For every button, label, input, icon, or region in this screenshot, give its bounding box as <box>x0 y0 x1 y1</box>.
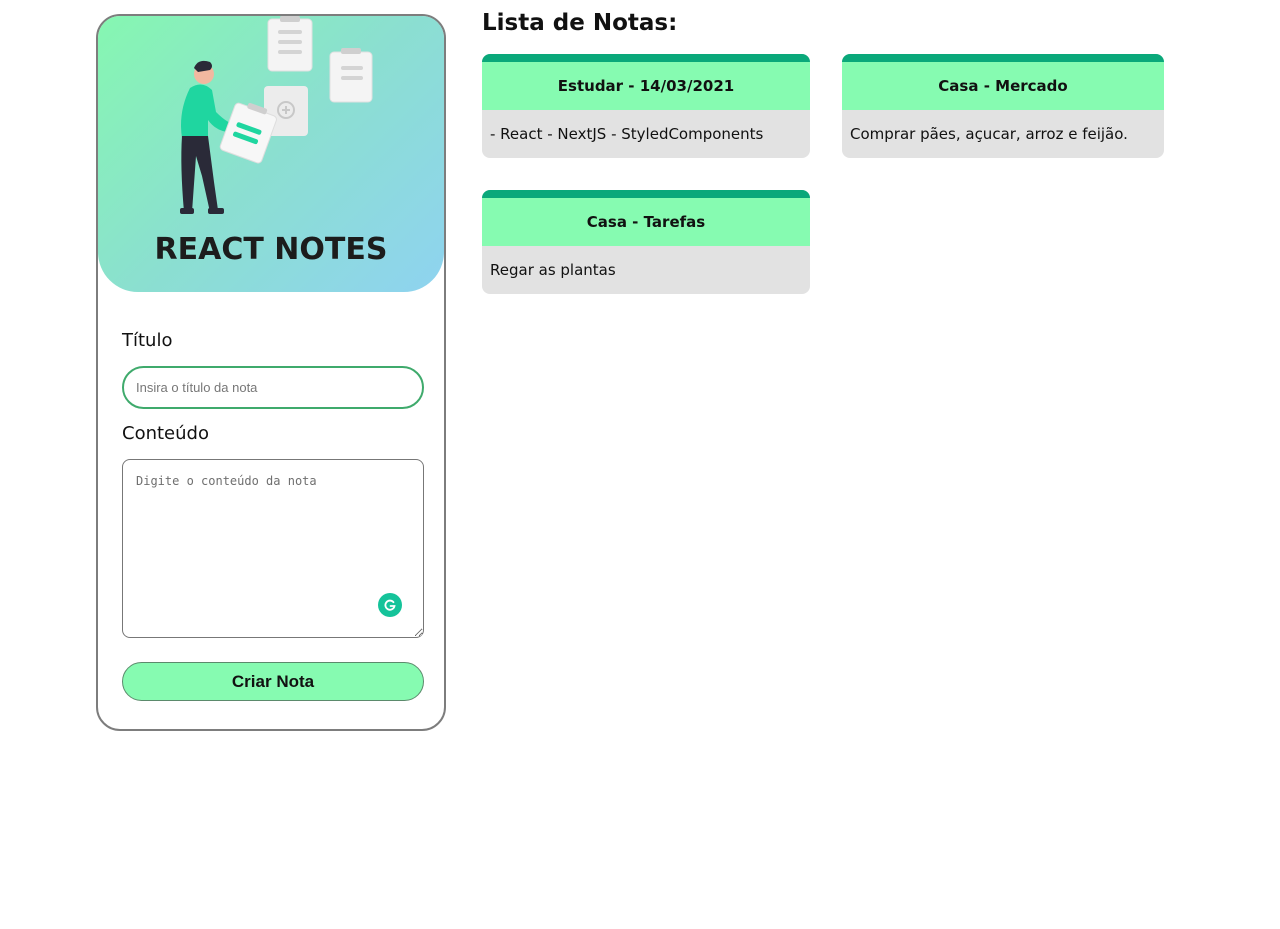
title-input[interactable] <box>122 366 424 409</box>
note-content: - React - NextJS - StyledComponents <box>490 125 764 143</box>
note-card[interactable]: Estudar - 14/03/2021 - React - NextJS - … <box>482 54 810 158</box>
hero-header: REACT NOTES <box>98 16 444 292</box>
note-form-panel: REACT NOTES Título Conteúdo Criar Nota <box>96 14 446 731</box>
note-title: Casa - Mercado <box>842 62 1164 110</box>
note-title: Estudar - 14/03/2021 <box>482 62 810 110</box>
note-title: Casa - Tarefas <box>482 198 810 246</box>
note-accent-bar <box>842 54 1164 62</box>
floating-note-2 <box>329 48 373 103</box>
title-label: Título <box>122 330 173 351</box>
content-label: Conteúdo <box>122 423 209 444</box>
floating-note-1 <box>267 16 313 72</box>
app-title: REACT NOTES <box>154 232 388 267</box>
note-card[interactable]: Casa - Tarefas Regar as plantas <box>482 190 810 294</box>
content-textarea[interactable] <box>122 459 424 638</box>
create-note-button[interactable]: Criar Nota <box>122 662 424 701</box>
note-card[interactable]: Casa - Mercado Comprar pães, açucar, arr… <box>842 54 1164 158</box>
note-content: Comprar pães, açucar, arroz e feijão. <box>850 125 1128 143</box>
notes-list-heading: Lista de Notas: <box>482 10 678 36</box>
note-accent-bar <box>482 54 810 62</box>
note-accent-bar <box>482 190 810 198</box>
note-content: Regar as plantas <box>490 261 616 279</box>
grammarly-icon[interactable] <box>378 593 402 617</box>
